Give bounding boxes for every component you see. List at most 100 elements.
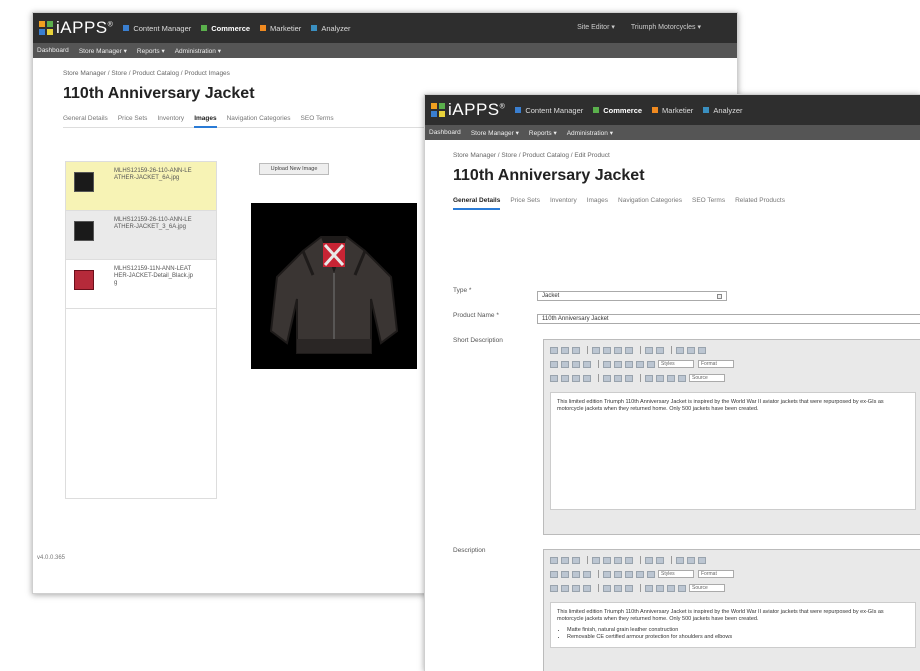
short-description-editor[interactable]: Styles Format Source This limited editio… <box>543 339 920 535</box>
underline-icon[interactable] <box>572 374 580 382</box>
select-all-icon[interactable] <box>614 556 622 564</box>
bold-icon[interactable] <box>550 584 558 592</box>
description-editor[interactable]: Styles Format Source This limited editio… <box>543 549 920 671</box>
module-content-manager[interactable]: Content Manager <box>123 24 191 33</box>
list-item[interactable]: MLHS12159-11N-ANN-LEATHER-JACKET-Detail_… <box>66 260 216 309</box>
outdent-icon[interactable] <box>625 570 633 578</box>
horizontal-rule-icon[interactable] <box>656 584 664 592</box>
nav-administration[interactable]: Administration ▾ <box>175 47 221 55</box>
format-select[interactable]: Format <box>698 360 734 368</box>
tab-related-products[interactable]: Related Products <box>735 197 785 204</box>
module-commerce[interactable]: Commerce <box>201 24 250 33</box>
table-icon[interactable] <box>647 570 655 578</box>
spellcheck-icon[interactable] <box>625 346 633 354</box>
nav-store-manager[interactable]: Store Manager ▾ <box>471 129 519 137</box>
underline-icon[interactable] <box>572 584 580 592</box>
italic-icon[interactable] <box>561 584 569 592</box>
site-editor-menu[interactable]: Site Editor ▾ <box>577 24 615 31</box>
paste-text-icon[interactable] <box>561 346 569 354</box>
upload-image-button[interactable]: Upload New Image <box>259 163 329 175</box>
page-break-icon[interactable] <box>667 374 675 382</box>
table-icon[interactable] <box>647 360 655 368</box>
nav-dashboard[interactable]: Dashboard <box>429 129 461 136</box>
special-char-icon[interactable] <box>645 584 653 592</box>
special-char-icon[interactable] <box>645 374 653 382</box>
bullet-list-icon[interactable] <box>614 360 622 368</box>
find-icon[interactable] <box>592 556 600 564</box>
module-commerce[interactable]: Commerce <box>593 106 642 115</box>
align-left-icon[interactable] <box>550 360 558 368</box>
nav-reports[interactable]: Reports ▾ <box>529 129 557 137</box>
align-center-icon[interactable] <box>561 360 569 368</box>
paste-text-icon[interactable] <box>561 556 569 564</box>
source-button[interactable]: Source <box>689 584 725 592</box>
paste-word-icon[interactable] <box>572 346 580 354</box>
omega-icon[interactable] <box>678 374 686 382</box>
iapps-logo[interactable]: iAPPS® <box>431 100 505 120</box>
tab-general-details[interactable]: General Details <box>453 197 501 210</box>
styles-select[interactable]: Styles <box>658 360 694 368</box>
select-all-icon[interactable] <box>614 346 622 354</box>
subscript-icon[interactable] <box>603 584 611 592</box>
strike-icon[interactable] <box>583 584 591 592</box>
subscript-icon[interactable] <box>603 374 611 382</box>
justify-icon[interactable] <box>583 360 591 368</box>
find-icon[interactable] <box>592 346 600 354</box>
superscript-icon[interactable] <box>614 584 622 592</box>
module-content-manager[interactable]: Content Manager <box>515 106 583 115</box>
align-center-icon[interactable] <box>561 570 569 578</box>
source-button[interactable]: Source <box>689 374 725 382</box>
numbered-list-icon[interactable] <box>603 570 611 578</box>
undo-icon[interactable] <box>645 346 653 354</box>
remove-format-icon[interactable] <box>625 374 633 382</box>
numbered-list-icon[interactable] <box>603 360 611 368</box>
nav-administration[interactable]: Administration ▾ <box>567 129 613 137</box>
remove-format-icon[interactable] <box>625 584 633 592</box>
module-marketier[interactable]: Marketier <box>260 24 301 33</box>
tab-seo-terms[interactable]: SEO Terms <box>301 115 334 122</box>
spellcheck-icon[interactable] <box>625 556 633 564</box>
short-description-text[interactable]: This limited edition Triumph 110th Anniv… <box>550 392 916 510</box>
replace-icon[interactable] <box>603 556 611 564</box>
list-item[interactable]: MLHS12159-26-110-ANN-LEATHER-JACKET_6A.j… <box>66 162 216 211</box>
superscript-icon[interactable] <box>614 374 622 382</box>
tab-seo-terms[interactable]: SEO Terms <box>692 197 725 204</box>
italic-icon[interactable] <box>561 374 569 382</box>
iapps-logo[interactable]: iAPPS® <box>39 18 113 38</box>
anchor-icon[interactable] <box>698 556 706 564</box>
paste-icon[interactable] <box>550 556 558 564</box>
anchor-icon[interactable] <box>698 346 706 354</box>
bullet-list-icon[interactable] <box>614 570 622 578</box>
format-select[interactable]: Format <box>698 570 734 578</box>
tab-images[interactable]: Images <box>194 115 218 128</box>
unlink-icon[interactable] <box>687 556 695 564</box>
breadcrumb[interactable]: Store Manager / Store / Product Catalog … <box>63 70 707 77</box>
type-select[interactable]: Jacket <box>537 291 727 301</box>
strike-icon[interactable] <box>583 374 591 382</box>
product-name-input[interactable]: 110th Anniversary Jacket <box>537 314 920 324</box>
redo-icon[interactable] <box>656 556 664 564</box>
tab-images[interactable]: Images <box>587 197 608 204</box>
module-analyzer[interactable]: Analyzer <box>703 106 743 115</box>
tab-inventory[interactable]: Inventory <box>550 197 577 204</box>
tab-price-sets[interactable]: Price Sets <box>118 115 148 122</box>
align-right-icon[interactable] <box>572 570 580 578</box>
tab-navigation-categories[interactable]: Navigation Categories <box>227 115 291 122</box>
outdent-icon[interactable] <box>625 360 633 368</box>
horizontal-rule-icon[interactable] <box>656 374 664 382</box>
breadcrumb[interactable]: Store Manager / Store / Product Catalog … <box>453 152 890 159</box>
indent-icon[interactable] <box>636 570 644 578</box>
align-left-icon[interactable] <box>550 570 558 578</box>
styles-select[interactable]: Styles <box>658 570 694 578</box>
redo-icon[interactable] <box>656 346 664 354</box>
nav-dashboard[interactable]: Dashboard <box>37 47 69 54</box>
paste-word-icon[interactable] <box>572 556 580 564</box>
tab-navigation-categories[interactable]: Navigation Categories <box>618 197 682 204</box>
tab-general-details[interactable]: General Details <box>63 115 108 122</box>
indent-icon[interactable] <box>636 360 644 368</box>
link-icon[interactable] <box>676 346 684 354</box>
justify-icon[interactable] <box>583 570 591 578</box>
list-item[interactable]: MLHS12159-26-110-ANN-LEATHER-JACKET_3_6A… <box>66 211 216 260</box>
bold-icon[interactable] <box>550 374 558 382</box>
module-marketier[interactable]: Marketier <box>652 106 693 115</box>
